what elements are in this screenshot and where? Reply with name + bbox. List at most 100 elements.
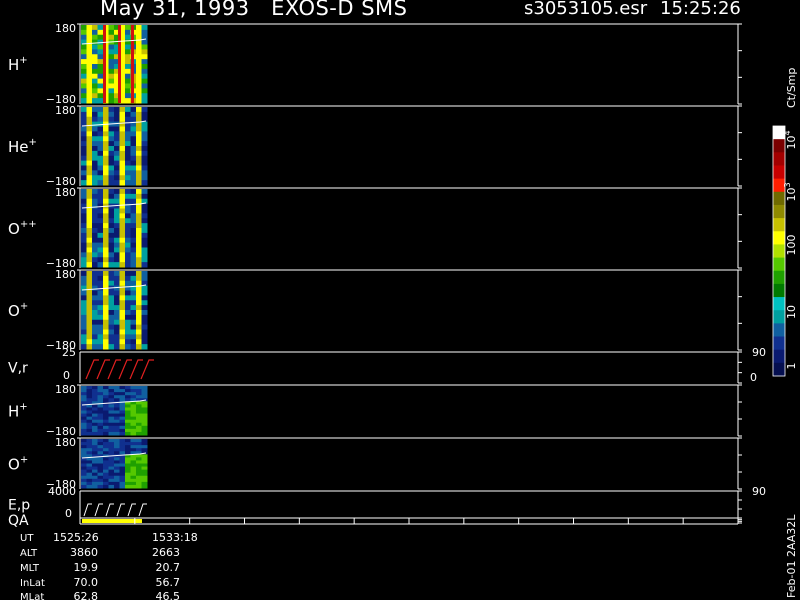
spectrogram-cell <box>141 319 148 326</box>
spectrogram-cell <box>92 425 98 430</box>
spectrogram-cell <box>97 44 104 50</box>
spectrogram-cell <box>141 218 148 224</box>
spectrogram-cell <box>86 300 93 306</box>
spectrogram-cell <box>92 193 98 200</box>
spectrogram-cell <box>125 64 131 70</box>
spectrogram-cell <box>119 150 126 157</box>
spectrogram-cell <box>136 83 142 89</box>
spectrogram-cell <box>81 73 87 80</box>
footer-value-start: 62.8 <box>74 590 99 600</box>
colorbar-segment <box>773 257 785 272</box>
spectrogram-cell <box>92 54 98 60</box>
spectrogram-cell <box>81 481 87 486</box>
spectrogram-cell <box>108 131 115 137</box>
footer-value-end: 1533:18 <box>152 531 198 544</box>
spectrogram-cell <box>97 386 104 390</box>
spectrogram-cell <box>86 428 93 433</box>
spectrogram-cell <box>136 422 142 427</box>
spectrogram-cell <box>141 93 148 99</box>
spectrogram-cell <box>114 422 120 427</box>
spectrogram-cell <box>141 121 148 127</box>
spectrogram-cell <box>114 329 120 335</box>
spectrogram-cell <box>97 395 104 399</box>
spectrogram-cell <box>141 88 148 94</box>
spectrogram-cell <box>81 175 87 181</box>
spectrogram-cell <box>125 295 131 301</box>
colorbar-segment <box>773 244 785 259</box>
spectrogram-cell <box>97 442 104 446</box>
spectrogram-cell <box>125 59 131 65</box>
spectrogram-cell <box>108 407 115 411</box>
spectrogram-cell <box>103 305 109 311</box>
spectrogram-cell <box>141 275 148 282</box>
spectrogram-cell <box>97 88 104 94</box>
spectrogram-cell <box>114 252 120 258</box>
spectrogram-cell <box>97 208 104 214</box>
spectrogram-cell <box>141 407 148 411</box>
spectrogram-cell <box>97 295 104 301</box>
spectrogram-cell <box>103 448 109 452</box>
spectrogram-cell <box>119 392 126 396</box>
spectrogram-cell <box>125 170 131 176</box>
spectrogram-cell <box>125 290 131 296</box>
spectrogram-cell <box>108 469 115 474</box>
spectrogram-cell <box>108 262 115 268</box>
spectrogram-cell <box>125 448 131 452</box>
spectrogram-cell <box>92 165 98 171</box>
spectrogram-cell <box>92 451 98 455</box>
spectrogram-cell <box>141 339 148 345</box>
spectrogram-cell <box>92 208 98 214</box>
spectrogram-cell <box>86 160 93 166</box>
spectrogram-cell <box>103 475 109 480</box>
spectrogram-cell <box>108 275 115 282</box>
spectrogram-cell <box>108 242 115 248</box>
right-axis-top-label: 90 <box>752 346 766 359</box>
spectrogram-cell <box>92 448 98 452</box>
spectrogram-cell <box>119 111 126 118</box>
spectrogram-cell <box>92 339 98 345</box>
colorbar-segment <box>773 165 785 180</box>
colorbar-segment <box>773 349 785 364</box>
spectrogram-cell <box>97 54 104 60</box>
spectrogram-cell <box>92 198 98 205</box>
spectrogram-cell <box>97 223 104 229</box>
spectrogram-cell <box>103 472 109 477</box>
spectrogram-cell <box>130 442 137 446</box>
spectrogram-cell <box>130 344 137 350</box>
spectrogram-cell <box>86 54 93 60</box>
spectrogram-cell <box>97 422 104 427</box>
spectrogram-cell <box>92 463 98 468</box>
spectrogram-cell <box>108 189 115 195</box>
spectrogram-cell <box>136 213 142 219</box>
spectrogram-cell <box>141 469 148 474</box>
spectrogram-cell <box>86 407 93 411</box>
spectrogram-cell <box>141 344 148 350</box>
spectrogram-cell <box>125 93 131 99</box>
spectrogram-cell <box>86 469 93 474</box>
spectrogram-cell <box>81 54 87 60</box>
spectrogram-cell <box>136 247 142 253</box>
spectrogram-cell <box>114 319 120 326</box>
spectrogram-cell <box>103 126 109 132</box>
spectrogram-cell <box>86 280 93 287</box>
spectrogram-cell <box>136 431 142 436</box>
spectrogram-cell <box>119 208 126 214</box>
timestamp-stamp: Feb-01 2AA32L <box>785 514 798 598</box>
spectrogram-cell <box>86 150 93 157</box>
spectrogram-cell <box>86 324 93 330</box>
velocity-trace <box>129 359 143 380</box>
spectrogram-cell <box>92 290 98 296</box>
spectrogram-cell <box>81 131 87 137</box>
spectrogram-cell <box>81 466 87 471</box>
spectrogram-cell <box>97 275 104 282</box>
spectrogram-cell <box>81 295 87 301</box>
spectrogram-cell <box>125 481 131 486</box>
spectrogram-cell <box>130 213 137 219</box>
spectrogram-cell <box>86 141 93 147</box>
footer-row-name: MLat <box>20 592 44 600</box>
spectrogram-cell <box>81 431 87 436</box>
spectrogram-cell <box>86 121 93 127</box>
spectrogram-cell <box>108 329 115 335</box>
spectrogram-cell <box>114 262 120 268</box>
spectrogram-cell <box>81 49 87 55</box>
